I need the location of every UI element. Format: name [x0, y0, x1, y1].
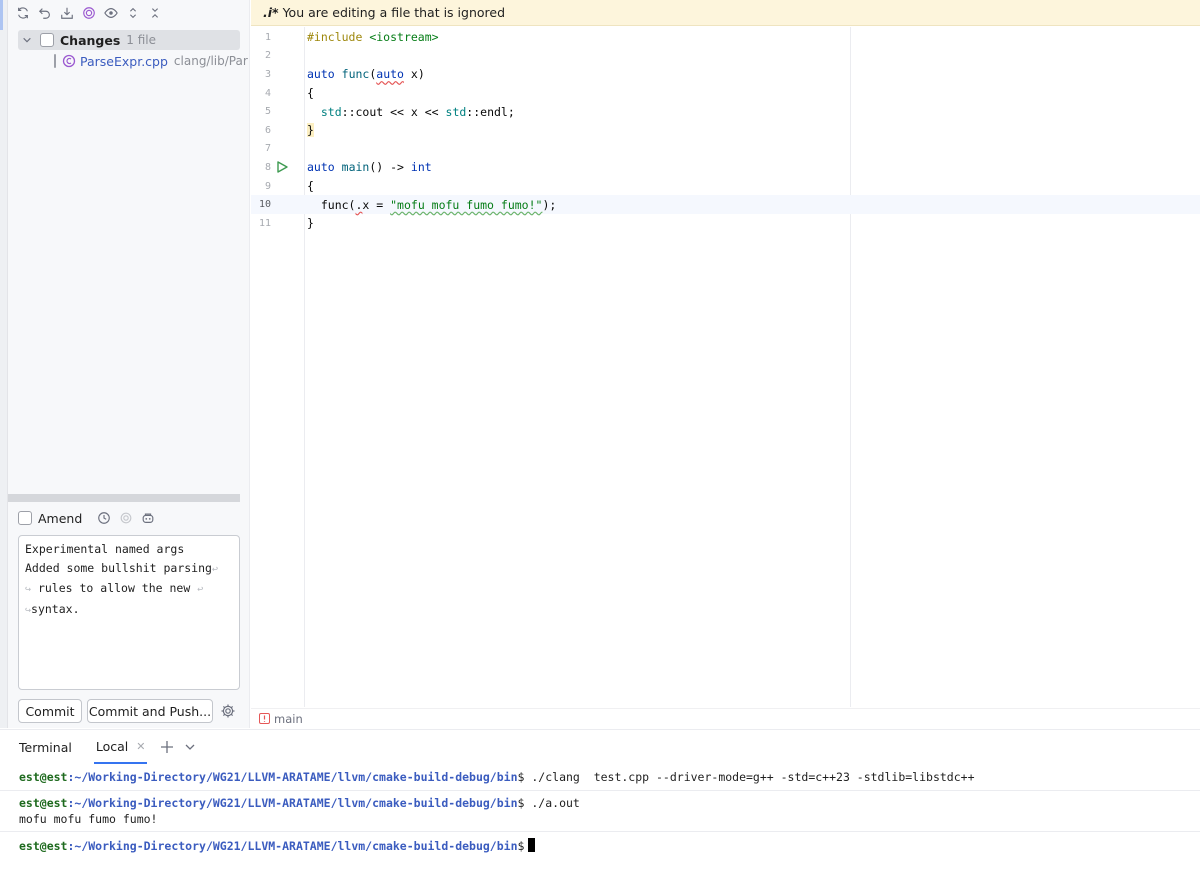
ignored-file-icon: .i* — [263, 5, 279, 20]
cpp-file-icon — [62, 54, 76, 68]
commit-toolbar — [14, 3, 164, 23]
collapse-icon[interactable] — [146, 4, 164, 22]
code-text: auto main() -> int — [307, 160, 432, 175]
commit-message-input[interactable]: Experimental named args Added some bulls… — [18, 535, 240, 690]
ai-assistant-icon[interactable] — [118, 510, 134, 526]
code-line[interactable]: 1 #include <iostream> — [251, 28, 1200, 47]
terminal-output: mofu mofu fumo fumo! — [19, 812, 158, 826]
amend-row: Amend — [18, 509, 156, 527]
code-line[interactable]: 9 { — [251, 177, 1200, 196]
terminal-title: Terminal — [19, 739, 72, 755]
commit-message-line: Added some bullshit parsing — [25, 560, 212, 575]
soft-wrap-icon: ↩ — [197, 584, 204, 596]
code-text: { — [307, 86, 314, 101]
branch-error-icon — [259, 713, 270, 724]
terminal-command-line: est@est:~/Working-Directory/WG21/LLVM-AR… — [19, 796, 580, 810]
code-editor[interactable]: 1 #include <iostream> 2 3 auto func(auto… — [251, 27, 1200, 707]
code-line[interactable]: 11 } — [251, 214, 1200, 233]
run-icon[interactable] — [275, 160, 289, 174]
tool-window-stripe — [0, 0, 8, 728]
changed-file-row[interactable]: ParseExpr.cpp clang/lib/Parse — [54, 51, 248, 71]
soft-wrap-icon: ↩ — [211, 563, 218, 575]
shelve-icon[interactable] — [80, 4, 98, 22]
line-number: 6 — [264, 124, 271, 136]
code-line[interactable]: 2 — [251, 47, 1200, 66]
terminal-block-separator — [0, 790, 1200, 791]
terminal-cursor — [528, 838, 536, 852]
code-text: { — [307, 179, 314, 194]
code-line[interactable]: 8 auto main() -> int — [251, 158, 1200, 177]
chevron-down-icon[interactable] — [183, 740, 197, 754]
changes-count: 1 file — [126, 33, 157, 47]
code-line[interactable]: 6 } — [251, 121, 1200, 140]
banner-text: You are editing a file that is ignored — [282, 5, 506, 20]
line-number: 11 — [258, 217, 271, 229]
commit-and-push-button[interactable]: Commit and Push... — [87, 699, 213, 723]
history-icon[interactable] — [96, 510, 112, 526]
rollback-icon[interactable] — [36, 4, 54, 22]
commit-button[interactable]: Commit — [18, 699, 82, 723]
copilot-icon[interactable] — [140, 510, 156, 526]
code-line[interactable]: 7 — [251, 140, 1200, 159]
gear-icon[interactable] — [220, 703, 236, 719]
code-line[interactable]: 3 auto func(auto x) — [251, 65, 1200, 84]
chevron-down-icon[interactable] — [20, 33, 34, 47]
code-text: #include <iostream> — [307, 30, 439, 45]
tab-label: Local — [95, 738, 129, 754]
line-number: 9 — [264, 180, 271, 192]
close-icon[interactable]: ✕ — [136, 740, 145, 753]
ignored-file-banner: .i* You are editing a file that is ignor… — [251, 0, 1200, 26]
line-number: 10 — [258, 199, 271, 211]
add-tab-icon[interactable] — [159, 739, 175, 755]
terminal-tab-bar: Terminal Local ✕ — [0, 730, 1200, 764]
commit-message-line: syntax. — [31, 602, 80, 617]
line-number: 8 — [264, 161, 271, 173]
terminal-command-line: est@est:~/Working-Directory/WG21/LLVM-AR… — [19, 770, 975, 784]
line-number: 1 — [264, 31, 271, 43]
line-number: 7 — [264, 143, 271, 155]
line-number: 4 — [264, 87, 271, 99]
line-number: 2 — [264, 50, 271, 62]
terminal-prompt-line[interactable]: est@est:~/Working-Directory/WG21/LLVM-AR… — [19, 838, 536, 853]
file-checkbox[interactable] — [54, 54, 56, 68]
changes-label: Changes — [60, 32, 121, 48]
commit-panel: Changes 1 file ParseExpr.cpp clang/lib/P… — [0, 0, 250, 728]
commit-message-line: Experimental named args — [25, 542, 185, 556]
branch-indicator[interactable]: main — [251, 708, 1200, 728]
expand-icon[interactable] — [124, 4, 142, 22]
line-number: 5 — [264, 106, 271, 118]
code-text: std::cout << x << std::endl; — [320, 104, 515, 119]
changes-group-row[interactable]: Changes 1 file — [18, 30, 240, 50]
code-line[interactable]: 4 { — [251, 84, 1200, 103]
tab-local[interactable]: Local ✕ — [93, 730, 148, 764]
commit-message-line: rules to allow the new — [31, 581, 198, 596]
update-icon[interactable] — [58, 4, 76, 22]
amend-checkbox[interactable] — [18, 511, 32, 525]
code-line-current[interactable]: 10 func(.x = "mofu mofu fumo fumo!"); — [251, 195, 1200, 214]
code-line[interactable]: 5 std::cout << x << std::endl; — [251, 102, 1200, 121]
amend-label[interactable]: Amend — [38, 511, 82, 526]
terminal-block-separator — [0, 831, 1200, 832]
show-diff-icon[interactable] — [102, 4, 120, 22]
refresh-icon[interactable] — [14, 4, 32, 22]
terminal-panel: Terminal Local ✕ est@est:~/Working-Direc… — [0, 729, 1200, 892]
panel-splitter[interactable] — [8, 494, 240, 502]
code-text: } — [307, 216, 314, 231]
code-text: auto func(auto x) — [307, 67, 425, 82]
branch-name: main — [274, 711, 303, 726]
file-path: clang/lib/Parse — [173, 54, 248, 68]
changes-checkbox[interactable] — [40, 33, 54, 47]
code-text: } — [307, 123, 314, 138]
code-text: func(.x = "mofu mofu fumo fumo!"); — [320, 197, 557, 212]
file-name: ParseExpr.cpp — [80, 53, 168, 69]
line-number: 3 — [264, 68, 271, 80]
